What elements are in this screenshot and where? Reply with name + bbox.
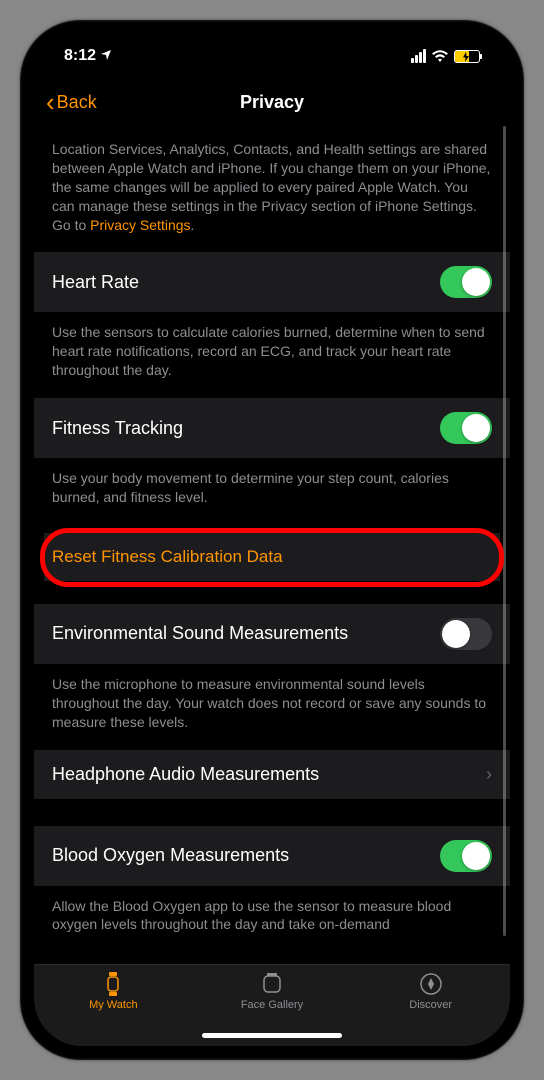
- cellular-signal-icon: [411, 49, 426, 63]
- page-title: Privacy: [240, 92, 304, 113]
- blood-oxygen-desc: Allow the Blood Oxygen app to use the se…: [34, 887, 510, 941]
- tab-my-watch[interactable]: My Watch: [34, 971, 193, 1046]
- status-time: 8:12: [64, 47, 96, 65]
- compass-icon: [418, 971, 444, 997]
- nav-bar: ‹ Back Privacy: [34, 78, 510, 126]
- phone-frame: 8:12 ‹ Back Privacy: [20, 20, 524, 1060]
- blood-oxygen-toggle[interactable]: [440, 840, 492, 872]
- tab-face-gallery-label: Face Gallery: [241, 999, 303, 1011]
- notch: [172, 34, 372, 64]
- tab-discover[interactable]: Discover: [351, 971, 510, 1046]
- home-indicator[interactable]: [202, 1033, 342, 1038]
- phone-screen: 8:12 ‹ Back Privacy: [34, 34, 510, 1046]
- status-left: 8:12: [64, 47, 112, 65]
- heart-rate-label: Heart Rate: [52, 272, 139, 293]
- reset-fitness-calibration-row[interactable]: Reset Fitness Calibration Data: [44, 533, 500, 582]
- scroll-indicator[interactable]: [503, 126, 506, 936]
- tab-discover-label: Discover: [409, 999, 452, 1011]
- env-sound-label: Environmental Sound Measurements: [52, 623, 348, 644]
- wifi-icon: [431, 49, 449, 63]
- watch-icon: [100, 971, 126, 997]
- headphone-audio-row[interactable]: Headphone Audio Measurements ›: [34, 750, 510, 800]
- reset-fitness-label: Reset Fitness Calibration Data: [52, 547, 283, 567]
- fitness-tracking-toggle[interactable]: [440, 412, 492, 444]
- heart-rate-row[interactable]: Heart Rate: [34, 252, 510, 313]
- location-services-icon: [100, 48, 112, 64]
- privacy-info-text: Location Services, Analytics, Contacts, …: [34, 126, 510, 252]
- tab-my-watch-label: My Watch: [89, 999, 138, 1011]
- env-sound-toggle[interactable]: [440, 618, 492, 650]
- fitness-tracking-row[interactable]: Fitness Tracking: [34, 398, 510, 459]
- fitness-tracking-label: Fitness Tracking: [52, 418, 183, 439]
- env-sound-desc: Use the microphone to measure environmen…: [34, 665, 510, 750]
- blood-oxygen-label: Blood Oxygen Measurements: [52, 845, 289, 866]
- content-scroll[interactable]: Location Services, Analytics, Contacts, …: [34, 126, 510, 964]
- status-right: [411, 49, 480, 63]
- fitness-tracking-desc: Use your body movement to determine your…: [34, 459, 510, 525]
- highlight-annotation: Reset Fitness Calibration Data: [44, 533, 500, 582]
- heart-rate-desc: Use the sensors to calculate calories bu…: [34, 313, 510, 398]
- chevron-right-icon: ›: [486, 764, 492, 785]
- back-button[interactable]: ‹ Back: [46, 89, 97, 115]
- privacy-settings-link[interactable]: Privacy Settings: [90, 217, 190, 233]
- heart-rate-toggle[interactable]: [440, 266, 492, 298]
- face-gallery-icon: [259, 971, 285, 997]
- headphone-audio-label: Headphone Audio Measurements: [52, 764, 319, 785]
- env-sound-row[interactable]: Environmental Sound Measurements: [34, 604, 510, 665]
- chevron-left-icon: ‹: [46, 89, 55, 115]
- back-label: Back: [57, 92, 97, 113]
- blood-oxygen-row[interactable]: Blood Oxygen Measurements: [34, 826, 510, 887]
- battery-icon: [454, 50, 480, 63]
